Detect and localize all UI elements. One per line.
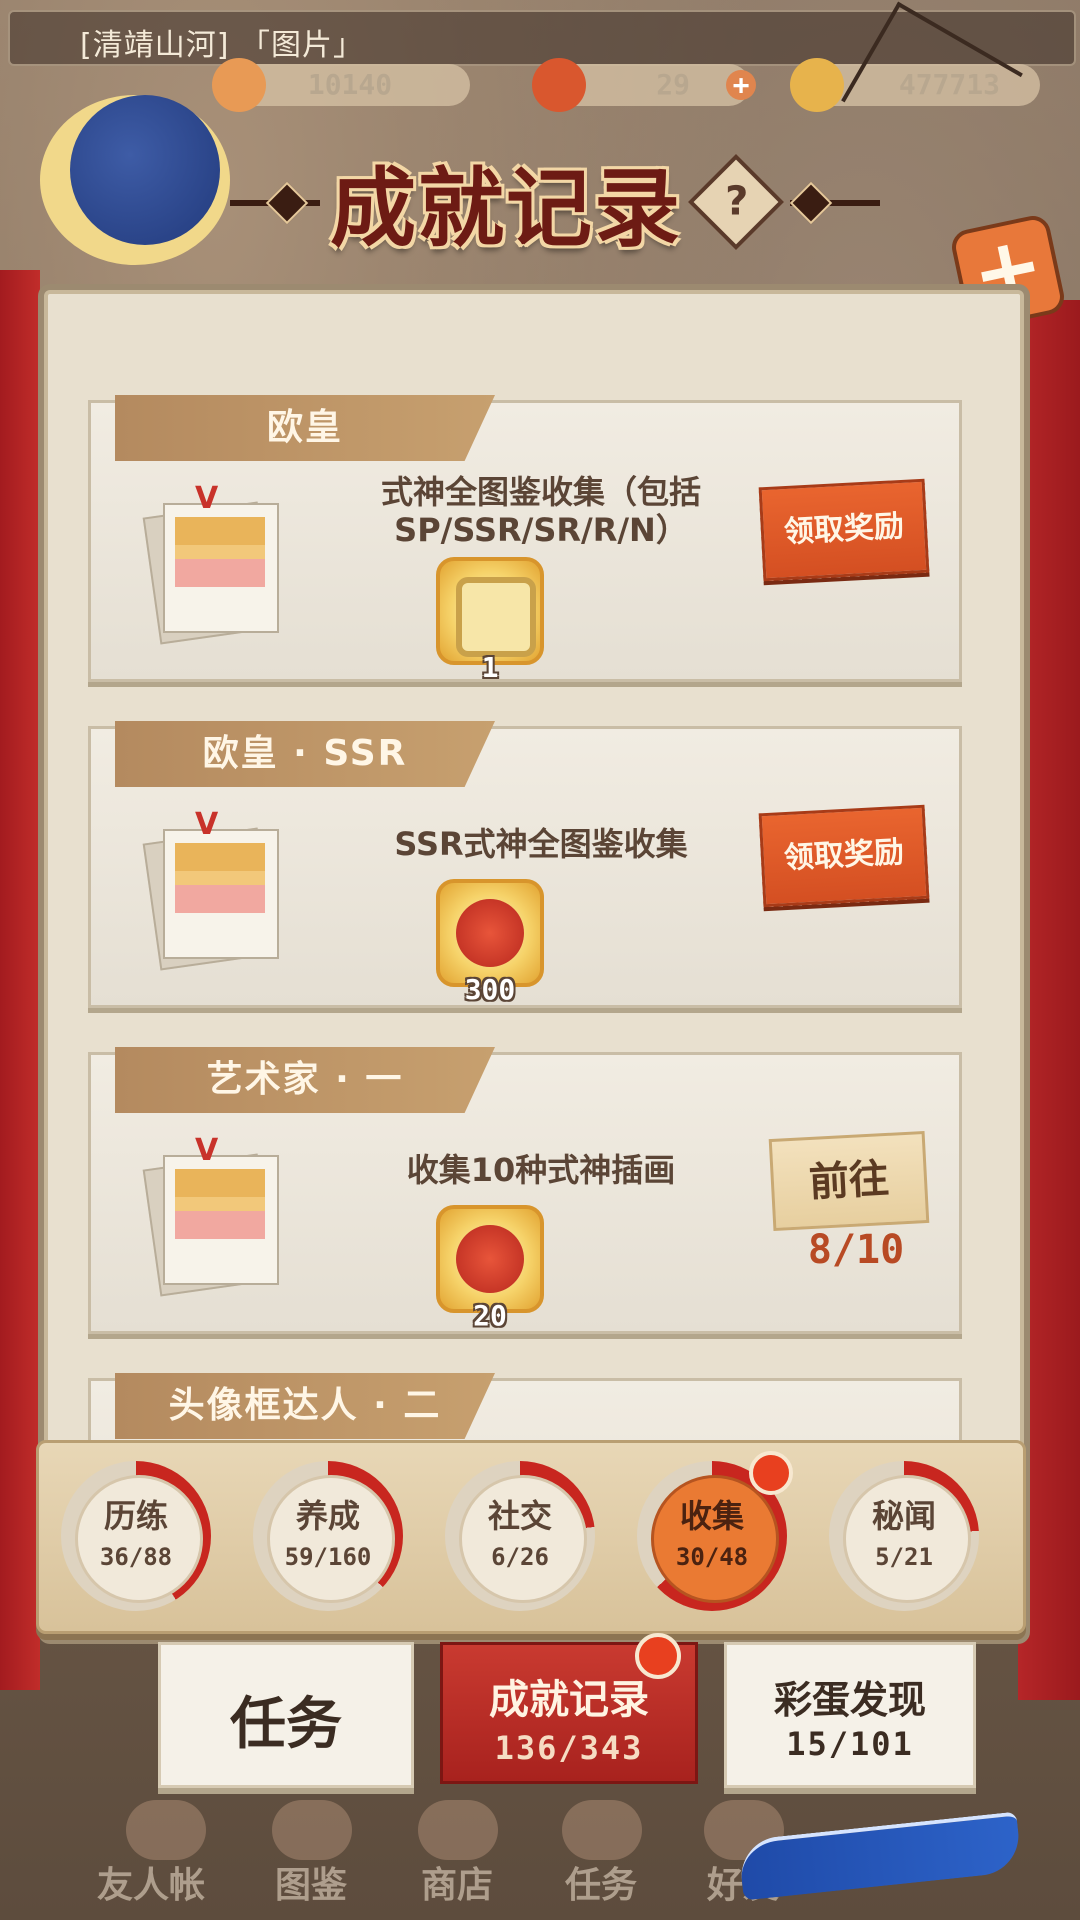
achievement-panel[interactable]: 欧皇 V 式神全图鉴收集（包括SP/SSR/SR/R/N） 1 领取奖励 欧皇 … xyxy=(44,290,1024,1638)
go-button[interactable]: 前往 xyxy=(768,1130,930,1232)
add-magatama-button[interactable]: + xyxy=(726,70,756,100)
tab-task[interactable]: 任务 xyxy=(158,1642,414,1788)
status-title: [清靖山河] 「图片」 xyxy=(80,28,364,63)
tab-achievement[interactable]: 成就记录 136/343 xyxy=(440,1633,698,1784)
tab-achievement-progress: 136/343 xyxy=(494,1729,644,1767)
achievement-progress: 8/10 xyxy=(807,1227,905,1273)
claim-reward-button[interactable]: 领取奖励 xyxy=(758,804,930,908)
achievement-title: 头像框达人 · 二 xyxy=(115,1373,495,1439)
coin-value: 10140 xyxy=(307,68,393,101)
reward-item[interactable]: 1 xyxy=(436,557,544,684)
magatama-value: 29 xyxy=(656,68,690,101)
coin-icon xyxy=(212,58,266,112)
scroll-picture-icon: V xyxy=(135,484,285,645)
category-progress: 5/21 xyxy=(875,1543,933,1571)
scroll-picture-icon: V xyxy=(135,810,285,971)
achievement-description: SSR式神全图鉴收集 xyxy=(394,825,688,863)
category-button[interactable]: 养成 59/160 xyxy=(253,1461,403,1611)
reward-count: 300 xyxy=(464,973,516,1006)
claim-reward-button[interactable]: 领取奖励 xyxy=(758,478,930,582)
right-curtain xyxy=(1018,300,1080,1700)
achievement-card: 欧皇 V 式神全图鉴收集（包括SP/SSR/SR/R/N） 1 领取奖励 xyxy=(88,395,962,684)
friend-book-icon xyxy=(126,1800,206,1860)
category-button[interactable]: 收集 30/48 xyxy=(637,1451,793,1611)
tab-easter-egg-progress: 15/101 xyxy=(786,1725,914,1763)
tab-easter-egg[interactable]: 彩蛋发现 15/101 xyxy=(724,1642,976,1788)
gold-icon xyxy=(790,58,844,112)
category-label: 收集 xyxy=(679,1497,744,1535)
nav-friend-book: 友人帐 xyxy=(96,1865,205,1906)
category-button[interactable]: 历练 36/88 xyxy=(61,1461,211,1611)
codex-icon xyxy=(272,1800,352,1860)
scroll-picture-icon: V xyxy=(135,1136,285,1297)
shop-icon xyxy=(418,1800,498,1860)
category-label: 养成 xyxy=(295,1497,360,1535)
category-tray: 历练 36/88 养成 59/160 社交 6/26 收集 30/48 秘闻 5… xyxy=(36,1440,1026,1634)
category-button[interactable]: 社交 6/26 xyxy=(445,1461,595,1611)
achievement-card: 艺术家 · 一 V 收集10种式神插画 20 前往 8/10 xyxy=(88,1047,962,1334)
notification-dot xyxy=(635,1633,681,1679)
moon-shadow-decoration xyxy=(70,95,220,245)
reward-item[interactable]: 20 xyxy=(436,1205,544,1332)
achievement-card: 欧皇 · SSR V SSR式神全图鉴收集 300 领取奖励 xyxy=(88,721,962,1008)
magatama-icon xyxy=(456,899,524,967)
nav-task: 任务 xyxy=(564,1865,637,1906)
nav-codex: 图鉴 xyxy=(274,1865,347,1906)
reward-count: 1 xyxy=(481,651,499,684)
coin-resource[interactable]: 10140 xyxy=(212,58,470,112)
nav-shop: 商店 xyxy=(420,1865,493,1906)
left-curtain xyxy=(0,270,40,1690)
achievement-title: 艺术家 · 一 xyxy=(115,1047,495,1113)
magatama-icon xyxy=(532,58,586,112)
tab-task-label: 任务 xyxy=(230,1692,342,1757)
achievement-title: 欧皇 xyxy=(115,395,495,461)
achievement-title: 欧皇 · SSR xyxy=(115,721,495,787)
category-label: 历练 xyxy=(103,1497,168,1535)
category-button[interactable]: 秘闻 5/21 xyxy=(829,1461,979,1611)
reward-item[interactable]: 300 xyxy=(436,879,544,1006)
notification-dot xyxy=(749,1451,793,1495)
avatar-frame-icon xyxy=(456,577,536,657)
category-progress: 59/160 xyxy=(284,1543,372,1571)
achievement-description: 收集10种式神插画 xyxy=(406,1151,676,1189)
category-progress: 6/26 xyxy=(491,1543,549,1571)
page-title: 成就记录 xyxy=(330,159,682,259)
category-progress: 30/48 xyxy=(675,1543,749,1571)
category-label: 秘闻 xyxy=(871,1497,936,1535)
category-label: 社交 xyxy=(487,1497,552,1535)
achievement-description: 式神全图鉴收集（包括SP/SSR/SR/R/N） xyxy=(380,473,701,549)
tab-easter-egg-label: 彩蛋发现 xyxy=(773,1678,926,1722)
question-icon: ? xyxy=(725,178,749,225)
reward-count: 20 xyxy=(473,1299,507,1332)
task-icon xyxy=(562,1800,642,1860)
magatama-icon xyxy=(456,1225,524,1293)
magatama-resource[interactable]: 29 + xyxy=(532,58,756,112)
category-progress: 36/88 xyxy=(99,1543,173,1571)
